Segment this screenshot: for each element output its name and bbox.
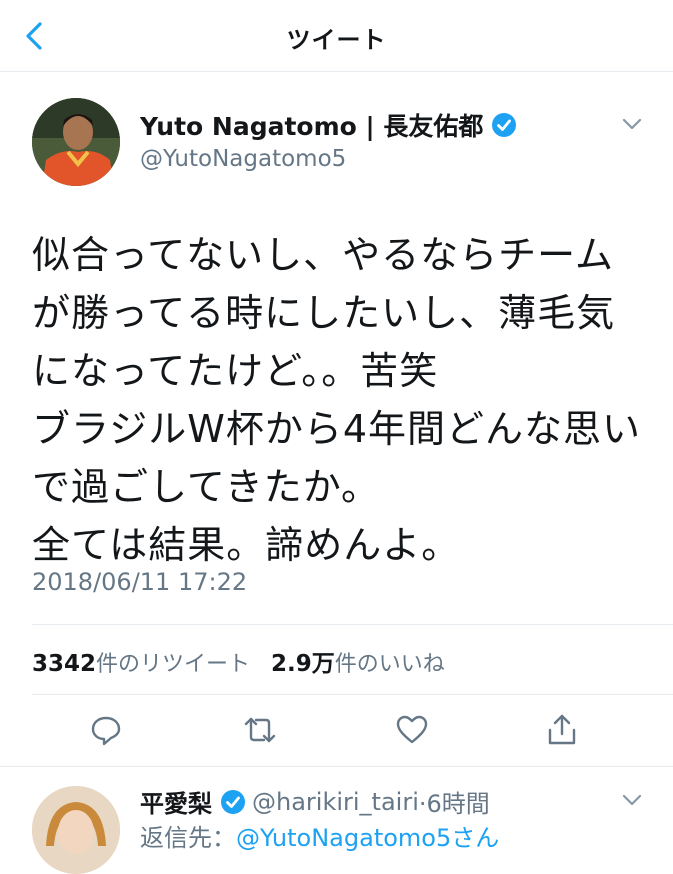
verified-badge-icon <box>220 789 246 815</box>
tweet-line: が勝ってる時にしたいし、薄毛気 <box>32 291 616 335</box>
tweet-options-button[interactable] <box>620 114 644 134</box>
like-button[interactable] <box>394 712 430 748</box>
share-button[interactable] <box>544 712 580 748</box>
like-stat[interactable]: 2.9万件のいいね <box>271 651 445 677</box>
action-bar <box>0 706 673 756</box>
divider <box>32 694 673 695</box>
reply-button[interactable] <box>88 712 124 748</box>
section-divider <box>0 766 673 767</box>
reply-to-label: 返信先： <box>140 824 236 852</box>
retweet-count: 3342 <box>32 651 97 677</box>
tweet-text: 似合ってないし、やるならチーム が勝ってる時にしたいし、薄毛気 になってたけど。… <box>32 226 652 574</box>
avatar-photo <box>32 786 120 874</box>
top-bar: ツイート <box>0 0 673 72</box>
tweet-line: 似合ってないし、やるならチーム <box>32 233 614 277</box>
like-heart-icon <box>396 715 428 744</box>
author-name-row[interactable]: Yuto Nagatomo | 長友佑都 <box>140 108 517 142</box>
retweet-stat[interactable]: 3342件のリツイート <box>32 651 251 677</box>
share-icon <box>548 714 576 745</box>
retweet-label: 件のリツイート <box>96 652 251 677</box>
tweet-timestamp[interactable]: 2018/06/11 17:22 <box>32 568 247 596</box>
like-label: 件のいいね <box>334 652 445 677</box>
reply-to-line: 返信先：@YutoNagatomo5さん <box>140 818 499 853</box>
tweet-line: で過ごしてきたか。 <box>32 465 380 509</box>
reply-author-name[interactable]: 平愛梨 <box>140 784 212 819</box>
retweet-icon <box>244 717 276 743</box>
reply-author-handle[interactable]: @harikiri_tairi <box>252 788 419 816</box>
tweet-line: になってたけど。。苦笑 <box>32 349 439 393</box>
author-handle[interactable]: @YutoNagatomo5 <box>140 146 346 172</box>
verified-badge-icon <box>491 112 517 138</box>
divider <box>32 624 673 625</box>
reply-options-button[interactable] <box>620 790 644 810</box>
avatar-photo <box>32 98 120 186</box>
reply-time: ·6時間 <box>418 790 490 818</box>
reply-to-mention[interactable]: @YutoNagatomo5さん <box>236 824 499 852</box>
author-avatar[interactable] <box>32 98 120 186</box>
tweet-line: ブラジルW杯から4年間どんな思い <box>32 407 641 451</box>
reply-icon <box>91 716 121 746</box>
retweet-button[interactable] <box>242 712 278 748</box>
reply-header: 平愛梨 @harikiri_tairi ·6時間 <box>140 784 490 819</box>
engagement-stats: 3342件のリツイート 2.9万件のいいね <box>32 644 445 678</box>
like-count: 2.9万 <box>271 651 335 677</box>
caret-down-icon <box>622 794 642 806</box>
page-title: ツイート <box>286 26 387 54</box>
reply-author-avatar[interactable] <box>32 786 120 874</box>
caret-down-icon <box>622 118 642 130</box>
author-name[interactable]: Yuto Nagatomo | 長友佑都 <box>140 107 483 143</box>
tweet-line: 全ては結果。諦めんよ。 <box>32 523 461 567</box>
